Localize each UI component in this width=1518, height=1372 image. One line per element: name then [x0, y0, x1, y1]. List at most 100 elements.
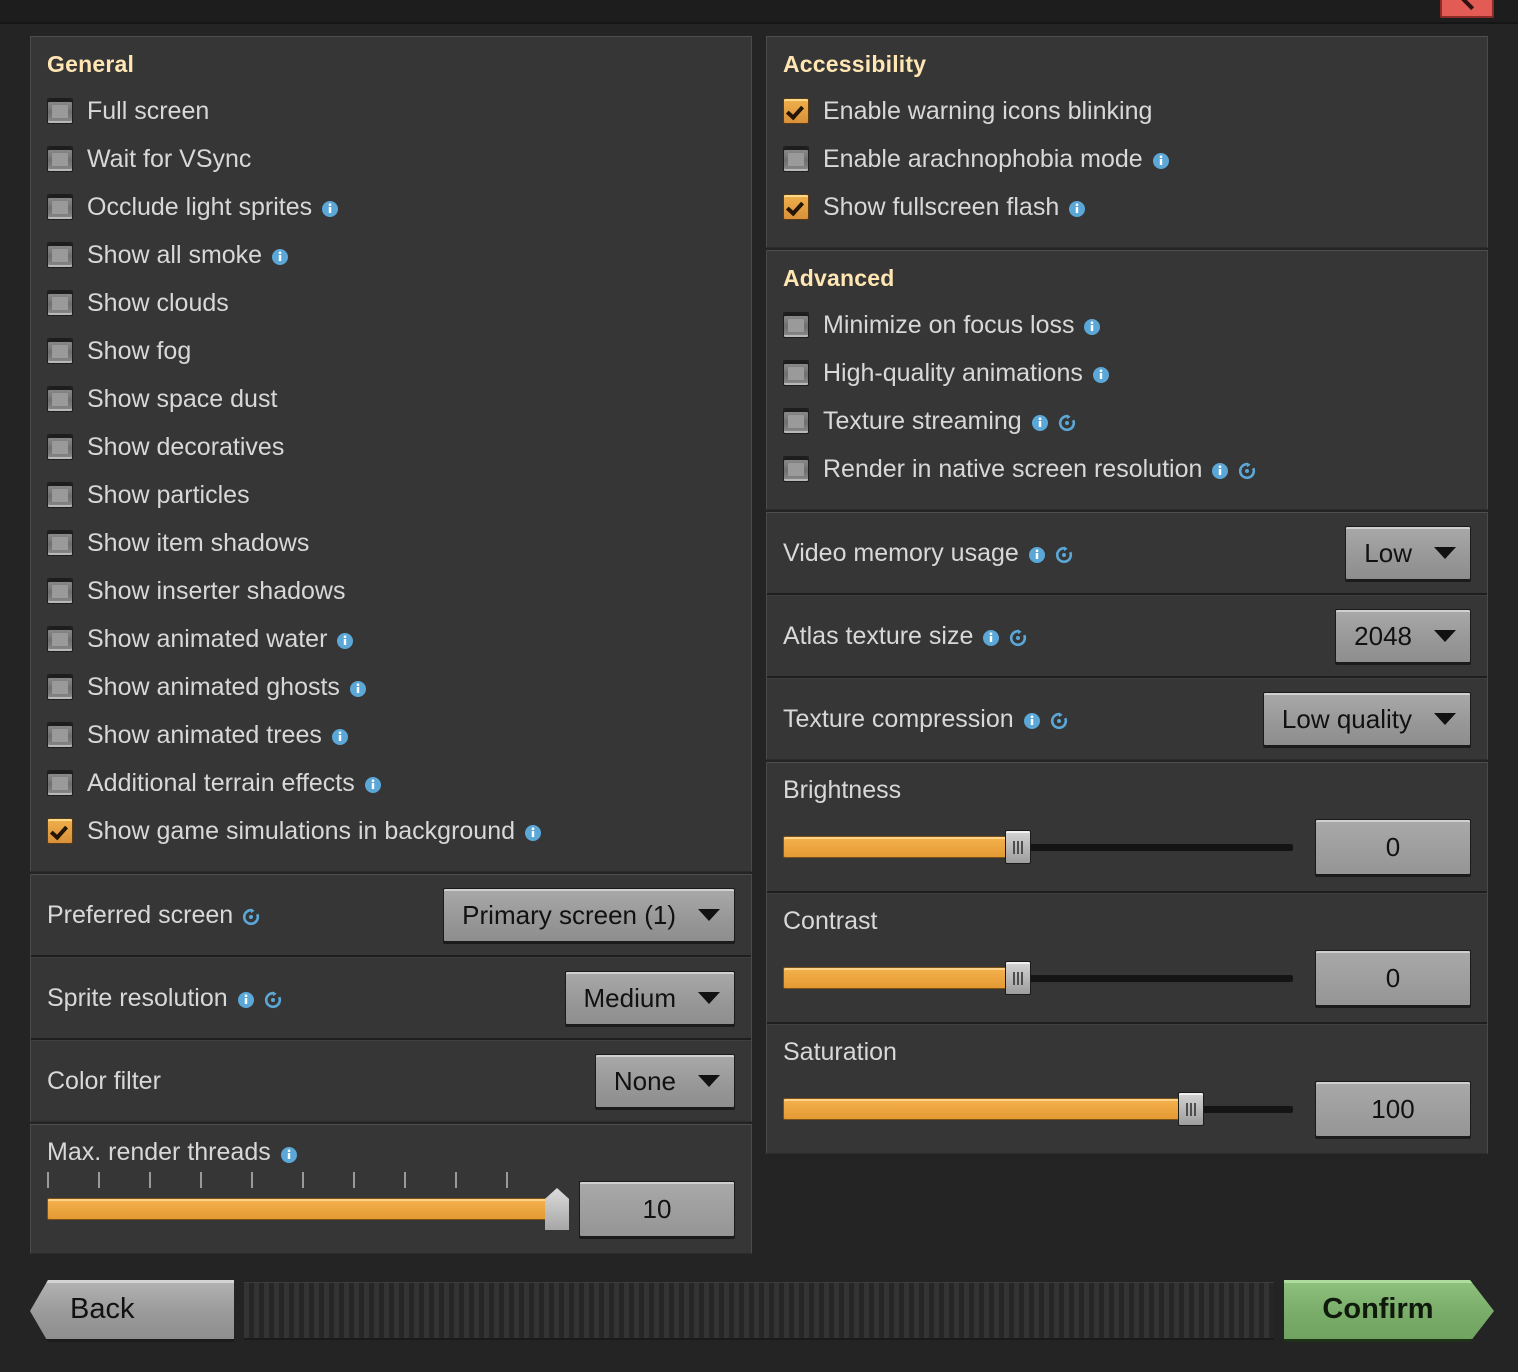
info-icon[interactable]: [1028, 546, 1046, 564]
checkbox-unchecked[interactable]: [47, 386, 73, 412]
info-icon[interactable]: [349, 680, 367, 698]
restart-required-icon[interactable]: [1238, 462, 1256, 480]
checkbox-row[interactable]: Show item shadows: [47, 519, 735, 567]
checkbox-unchecked[interactable]: [783, 312, 809, 338]
checkbox-unchecked[interactable]: [783, 146, 809, 172]
brightness-value[interactable]: 0: [1315, 819, 1471, 875]
checkbox-unchecked[interactable]: [47, 434, 73, 460]
graphics-settings-window: General Full screen Wait for VSync Occlude…: [0, 0, 1518, 1372]
checkbox-row[interactable]: Occlude light sprites: [47, 183, 735, 231]
slider-label: Contrast: [783, 907, 1471, 936]
info-icon[interactable]: [1092, 366, 1110, 384]
render-threads-value[interactable]: 10: [579, 1181, 735, 1237]
checkbox-unchecked[interactable]: [47, 242, 73, 268]
info-icon[interactable]: [1023, 712, 1041, 730]
dropdown[interactable]: Low: [1345, 526, 1471, 580]
checkbox-unchecked[interactable]: [47, 98, 73, 124]
restart-required-icon[interactable]: [1055, 546, 1073, 564]
checkbox-row[interactable]: Full screen: [47, 87, 735, 135]
checkbox-unchecked[interactable]: [783, 360, 809, 386]
footer-bar: Back Confirm: [0, 1268, 1518, 1372]
checkbox-row[interactable]: Minimize on focus loss: [783, 301, 1471, 349]
checkbox-row[interactable]: Additional terrain effects: [47, 759, 735, 807]
confirm-button[interactable]: Confirm: [1284, 1280, 1494, 1342]
checkbox-row[interactable]: Show game simulations in background: [47, 807, 735, 855]
checkbox-row[interactable]: Texture streaming: [783, 397, 1471, 445]
checkbox-row[interactable]: Show animated ghosts: [47, 663, 735, 711]
dropdown[interactable]: 2048: [1335, 609, 1471, 663]
saturation-slider[interactable]: [783, 1092, 1293, 1126]
checkbox-row[interactable]: Show animated water: [47, 615, 735, 663]
checkbox-unchecked[interactable]: [47, 578, 73, 604]
restart-required-icon[interactable]: [242, 908, 260, 926]
checkbox-row[interactable]: Show fullscreen flash: [783, 183, 1471, 231]
info-icon[interactable]: [524, 824, 542, 842]
checkbox-row[interactable]: Render in native screen resolution: [783, 445, 1471, 493]
restart-required-icon[interactable]: [1058, 414, 1076, 432]
checkbox-unchecked[interactable]: [783, 456, 809, 482]
info-icon[interactable]: [1211, 462, 1229, 480]
slider-handle[interactable]: [1004, 961, 1031, 995]
checkbox-unchecked[interactable]: [47, 530, 73, 556]
checkbox-unchecked[interactable]: [47, 338, 73, 364]
restart-required-icon[interactable]: [1050, 712, 1068, 730]
checkbox-unchecked[interactable]: [47, 722, 73, 748]
info-icon[interactable]: [1083, 318, 1101, 336]
checkbox-label-text: Enable warning icons blinking: [823, 96, 1153, 125]
dropdown[interactable]: Medium: [564, 971, 735, 1025]
checkbox-unchecked[interactable]: [47, 674, 73, 700]
checkbox-row[interactable]: Show inserter shadows: [47, 567, 735, 615]
checkbox-checked[interactable]: [783, 194, 809, 220]
checkbox-unchecked[interactable]: [47, 194, 73, 220]
checkbox-row[interactable]: Show all smoke: [47, 231, 735, 279]
slider-handle[interactable]: [1004, 830, 1031, 864]
dropdown[interactable]: Primary screen (1): [443, 888, 735, 942]
restart-required-icon[interactable]: [264, 991, 282, 1009]
checkbox-checked[interactable]: [47, 818, 73, 844]
render-threads-slider[interactable]: [47, 1172, 569, 1230]
checkbox-row[interactable]: Show decoratives: [47, 423, 735, 471]
option-label-text: Color filter: [47, 1066, 161, 1095]
brightness-slider[interactable]: [783, 830, 1293, 864]
info-icon[interactable]: [364, 776, 382, 794]
dropdown[interactable]: Low quality: [1262, 692, 1471, 746]
checkbox-unchecked[interactable]: [47, 290, 73, 316]
checkbox-row[interactable]: Show clouds: [47, 279, 735, 327]
back-button[interactable]: Back: [30, 1280, 234, 1342]
checkbox-unchecked[interactable]: [47, 626, 73, 652]
checkbox-unchecked[interactable]: [47, 482, 73, 508]
restart-required-icon[interactable]: [1009, 629, 1027, 647]
info-icon[interactable]: [331, 728, 349, 746]
checkbox-unchecked[interactable]: [47, 770, 73, 796]
right-options-panel: Video memory usage Low Atlas texture size 2…: [766, 512, 1488, 760]
info-icon[interactable]: [1031, 414, 1049, 432]
contrast-value[interactable]: 0: [1315, 950, 1471, 1006]
checkbox-row[interactable]: Show animated trees: [47, 711, 735, 759]
saturation-value[interactable]: 100: [1315, 1081, 1471, 1137]
checkbox-unchecked[interactable]: [47, 146, 73, 172]
info-icon[interactable]: [321, 200, 339, 218]
checkbox-row[interactable]: Wait for VSync: [47, 135, 735, 183]
accessibility-checkbox-list: Enable warning icons blinking Enable arac…: [783, 87, 1471, 231]
info-icon[interactable]: [336, 632, 354, 650]
info-icon[interactable]: [1152, 152, 1170, 170]
info-icon[interactable]: [1068, 200, 1086, 218]
checkbox-checked[interactable]: [783, 98, 809, 124]
close-button[interactable]: [1440, 0, 1494, 18]
checkbox-row[interactable]: High-quality animations: [783, 349, 1471, 397]
info-icon[interactable]: [982, 629, 1000, 647]
dropdown[interactable]: None: [594, 1054, 735, 1108]
checkbox-row[interactable]: Show fog: [47, 327, 735, 375]
checkbox-row[interactable]: Enable arachnophobia mode: [783, 135, 1471, 183]
checkbox-row[interactable]: Show space dust: [47, 375, 735, 423]
contrast-slider[interactable]: [783, 961, 1293, 995]
slider-handle[interactable]: [545, 1188, 569, 1230]
checkbox-row[interactable]: Show particles: [47, 471, 735, 519]
general-section-title: General: [47, 51, 135, 77]
info-icon[interactable]: [237, 991, 255, 1009]
info-icon[interactable]: [280, 1146, 298, 1164]
info-icon[interactable]: [271, 248, 289, 266]
slider-handle[interactable]: [1178, 1092, 1204, 1126]
checkbox-row[interactable]: Enable warning icons blinking: [783, 87, 1471, 135]
checkbox-unchecked[interactable]: [783, 408, 809, 434]
